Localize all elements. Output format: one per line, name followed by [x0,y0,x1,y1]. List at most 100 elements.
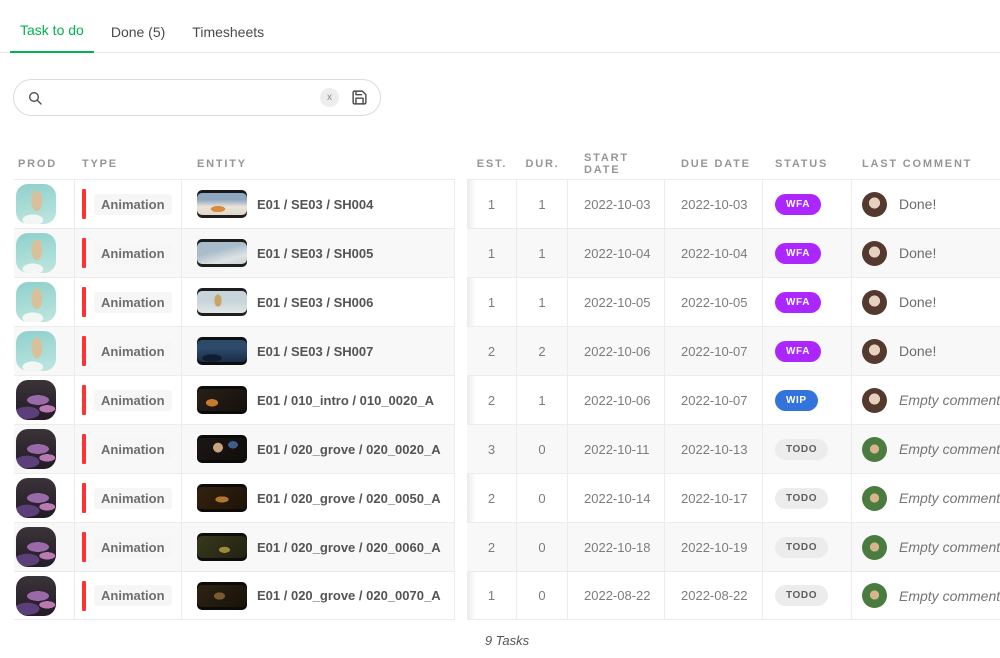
duration-value: 0 [517,473,568,522]
duration-value: 1 [517,277,568,326]
shot-thumbnail [197,386,247,414]
entity-name: E01 / SE03 / SH006 [257,295,373,310]
commenter-avatar [862,241,887,266]
duration-value: 0 [517,424,568,473]
shot-thumbnail [197,484,247,512]
task-type-color-bar [82,287,86,317]
search-icon [27,90,43,106]
task-row[interactable]: Animation E01 / SE03 / SH004 1 1 2022-10… [14,179,1000,228]
task-type-label: Animation [94,537,172,558]
save-icon [351,89,368,106]
start-date-value: 2022-10-06 [568,326,665,375]
tab-bar: Task to do Done (5) Timesheets [0,0,1000,53]
status-badge: WFA [775,243,821,264]
header-due-date: DUE DATE [665,149,763,179]
duration-value: 1 [517,179,568,228]
start-date-value: 2022-08-22 [568,571,665,620]
commenter-avatar [862,486,887,511]
estimation-value: 2 [467,326,517,375]
tab-label: Done (5) [111,24,165,40]
status-badge: TODO [775,537,828,558]
estimation-value: 2 [467,473,517,522]
entity-name: E01 / 020_grove / 020_0060_A [257,540,441,555]
header-last-comment: LAST COMMENT [852,149,1000,179]
task-row[interactable]: Animation E01 / SE03 / SH005 1 1 2022-10… [14,228,1000,277]
search-input[interactable] [51,90,312,106]
start-date-value: 2022-10-11 [568,424,665,473]
clear-search-button[interactable]: x [320,88,339,107]
production-thumbnail [16,429,56,469]
task-type-label: Animation [94,194,172,215]
task-row[interactable]: Animation E01 / 020_grove / 020_0060_A 2… [14,522,1000,571]
header-prod: PROD [14,149,75,179]
task-row[interactable]: Animation E01 / 020_grove / 020_0070_A 1… [14,571,1000,620]
due-date-value: 2022-10-19 [665,522,763,571]
due-date-value: 2022-10-03 [665,179,763,228]
estimation-value: 1 [467,571,517,620]
last-comment-text: Empty comment [899,588,1000,604]
task-type-color-bar [82,385,86,415]
production-thumbnail [16,331,56,371]
task-row[interactable]: Animation E01 / SE03 / SH006 1 1 2022-10… [14,277,1000,326]
status-badge: TODO [775,488,828,509]
task-type-color-bar [82,483,86,513]
last-comment-text: Empty comment [899,441,1000,457]
task-count: 9 Tasks [14,633,1000,648]
production-thumbnail [16,478,56,518]
save-search-button[interactable] [351,89,368,106]
commenter-avatar [862,437,887,462]
shot-thumbnail [197,435,247,463]
production-thumbnail [16,380,56,420]
header-start-date: START DATE [568,149,665,179]
duration-value: 2 [517,326,568,375]
production-thumbnail [16,576,56,616]
shot-thumbnail [197,337,247,365]
status-badge: WFA [775,341,821,362]
task-type-label: Animation [94,439,172,460]
commenter-avatar [862,192,887,217]
commenter-avatar [862,583,887,608]
last-comment-text: Done! [899,245,936,261]
task-type-label: Animation [94,488,172,509]
task-row[interactable]: Animation E01 / 020_grove / 020_0050_A 2… [14,473,1000,522]
task-row[interactable]: Animation E01 / 010_intro / 010_0020_A 2… [14,375,1000,424]
estimation-value: 2 [467,522,517,571]
status-badge: TODO [775,439,828,460]
commenter-avatar [862,339,887,364]
task-type-color-bar [82,238,86,268]
tab-done-5[interactable]: Done (5) [101,24,175,53]
entity-name: E01 / SE03 / SH004 [257,197,373,212]
task-type-color-bar [82,189,86,219]
due-date-value: 2022-10-04 [665,228,763,277]
entity-name: E01 / 020_grove / 020_0070_A [257,588,441,603]
due-date-value: 2022-10-17 [665,473,763,522]
task-table: PROD TYPE ENTITY EST. DUR. START DATE DU… [14,149,1000,620]
table-header-row: PROD TYPE ENTITY EST. DUR. START DATE DU… [14,149,1000,179]
estimation-value: 1 [467,179,517,228]
task-type-color-bar [82,581,86,611]
last-comment-text: Done! [899,343,936,359]
header-dur: DUR. [517,149,568,179]
status-badge: WFA [775,292,821,313]
estimation-value: 2 [467,375,517,424]
entity-name: E01 / 020_grove / 020_0050_A [257,491,441,506]
task-type-color-bar [82,532,86,562]
start-date-value: 2022-10-03 [568,179,665,228]
task-type-label: Animation [94,243,172,264]
task-type-label: Animation [94,341,172,362]
last-comment-text: Done! [899,196,936,212]
production-thumbnail [16,527,56,567]
due-date-value: 2022-10-07 [665,326,763,375]
tab-timesheets[interactable]: Timesheets [182,24,274,53]
estimation-value: 3 [467,424,517,473]
header-est: EST. [467,149,517,179]
due-date-value: 2022-10-05 [665,277,763,326]
task-row[interactable]: Animation E01 / SE03 / SH007 2 2 2022-10… [14,326,1000,375]
estimation-value: 1 [467,277,517,326]
status-badge: WFA [775,194,821,215]
last-comment-text: Empty comment [899,539,1000,555]
tab-task-to-do[interactable]: Task to do [10,22,94,53]
entity-name: E01 / SE03 / SH005 [257,246,373,261]
task-row[interactable]: Animation E01 / 020_grove / 020_0020_A 3… [14,424,1000,473]
header-type: TYPE [75,149,182,179]
